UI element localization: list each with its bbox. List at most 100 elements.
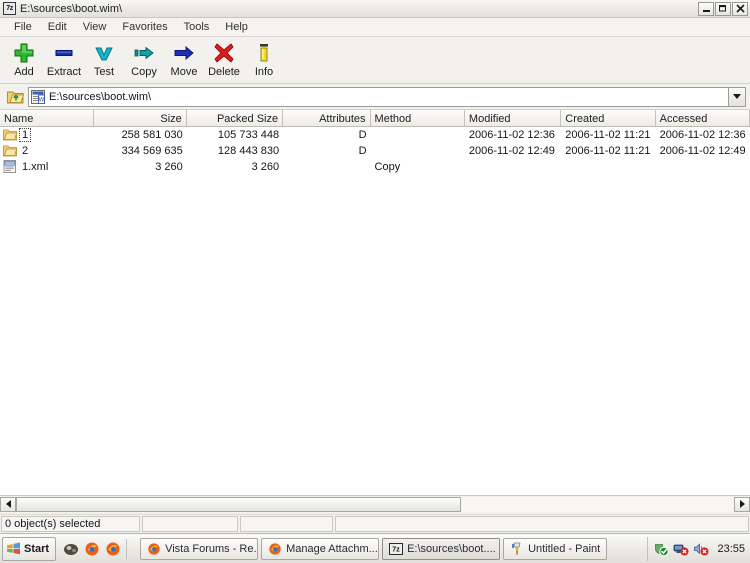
menu-item-view[interactable]: View — [75, 19, 115, 35]
cell-size: 258 581 030 — [94, 127, 186, 143]
task-button-label: Vista Forums - Re... — [165, 543, 258, 555]
restore-icon[interactable] — [715, 2, 731, 16]
task-button-label: E:\sources\boot.... — [407, 543, 496, 555]
cell-attributes: D — [283, 143, 370, 159]
toolbar: Add Extract Test — [0, 37, 750, 84]
paint-icon — [510, 542, 524, 556]
volume-muted-icon[interactable] — [693, 541, 709, 557]
svg-text:7z: 7z — [392, 546, 400, 553]
arrow-left-icon[interactable] — [0, 497, 16, 512]
add-button[interactable]: Add — [4, 39, 44, 78]
info-i-icon — [253, 41, 275, 65]
status-panel-3 — [240, 516, 333, 532]
cell-packed-size: 128 443 830 — [187, 143, 283, 159]
menu-item-favorites[interactable]: Favorites — [114, 19, 175, 35]
firefox-icon[interactable] — [105, 541, 121, 557]
cell-attributes — [283, 159, 370, 175]
close-icon[interactable] — [732, 2, 748, 16]
chevron-down-icon — [93, 41, 115, 65]
system-tray: 23:55 — [647, 537, 747, 561]
taskbar-clock[interactable]: 23:55 — [717, 543, 745, 555]
status-panel-2 — [142, 516, 238, 532]
menu-item-help[interactable]: Help — [217, 19, 256, 35]
up-folder-icon[interactable] — [4, 87, 26, 107]
task-button-vista-forums[interactable]: Vista Forums - Re... — [140, 538, 258, 560]
address-path: E:\sources\boot.wim\ — [49, 91, 151, 103]
start-button[interactable]: Start — [2, 537, 56, 561]
status-panel-4 — [335, 516, 749, 532]
cell-modified — [465, 159, 561, 175]
test-button[interactable]: Test — [84, 39, 124, 78]
cell-name[interactable]: 1 — [0, 127, 94, 143]
minimize-icon[interactable] — [698, 2, 714, 16]
extract-button[interactable]: Extract — [44, 39, 84, 78]
scrollbar-thumb[interactable] — [16, 497, 461, 512]
move-button[interactable]: Move — [164, 39, 204, 78]
folder-icon — [3, 128, 17, 142]
firefox-alt-icon[interactable] — [84, 541, 100, 557]
cell-created: 2006-11-02 11:21 — [561, 127, 655, 143]
address-dropdown-chevron-down-icon[interactable] — [728, 87, 746, 107]
file-name-label: 1.xml — [20, 161, 50, 173]
cell-packed-size: 3 260 — [187, 159, 283, 175]
move-button-label: Move — [171, 66, 198, 78]
column-header-created[interactable]: Created — [561, 110, 655, 127]
column-header-accessed[interactable]: Accessed — [656, 110, 750, 127]
7zip-window: 7z E:\sources\boot.wim\ File Edit View F — [0, 0, 750, 563]
address-bar: W E:\sources\boot.wim\ — [0, 84, 750, 110]
table-row[interactable]: 1.xml 3 260 3 260 Copy — [0, 159, 750, 175]
xml-file-icon — [3, 160, 17, 174]
column-header-modified[interactable]: Modified — [465, 110, 561, 127]
wim-file-icon: W — [31, 90, 45, 104]
column-header-size[interactable]: Size — [94, 110, 186, 127]
extract-button-label: Extract — [47, 66, 81, 78]
horizontal-scrollbar[interactable] — [0, 495, 750, 512]
cell-name[interactable]: 1.xml — [0, 159, 94, 175]
task-button-manage-attachments[interactable]: Manage Attachm... — [261, 538, 379, 560]
column-header-packed-size[interactable]: Packed Size — [187, 110, 283, 127]
info-button[interactable]: Info — [244, 39, 284, 78]
menu-item-tools[interactable]: Tools — [176, 19, 218, 35]
delete-button[interactable]: Delete — [204, 39, 244, 78]
cell-name[interactable]: 2 — [0, 143, 94, 159]
svg-text:W: W — [39, 97, 45, 103]
x-cross-icon — [213, 41, 235, 65]
taskbar: Start — [0, 533, 750, 563]
firefox-icon — [268, 542, 282, 556]
table-row[interactable]: 2 334 569 635 128 443 830 D 2006-11-02 1… — [0, 143, 750, 159]
file-name-label: 2 — [20, 145, 30, 157]
task-buttons: Vista Forums - Re... Manage Attachm... — [140, 538, 647, 560]
copy-button[interactable]: Copy — [124, 39, 164, 78]
menu-item-edit[interactable]: Edit — [40, 19, 75, 35]
security-shield-ok-icon[interactable] — [653, 541, 669, 557]
column-header-name[interactable]: Name — [0, 110, 94, 127]
file-name-label: 1 — [20, 129, 30, 141]
test-button-label: Test — [94, 66, 114, 78]
cell-modified: 2006-11-02 12:49 — [465, 143, 561, 159]
arrow-right-icon[interactable] — [734, 497, 750, 512]
title-bar: 7z E:\sources\boot.wim\ — [0, 0, 750, 18]
cell-attributes: D — [283, 127, 370, 143]
table-row[interactable]: 1 258 581 030 105 733 448 D 2006-11-02 1… — [0, 127, 750, 143]
cell-modified: 2006-11-02 12:36 — [465, 127, 561, 143]
task-button-label: Manage Attachm... — [286, 543, 378, 555]
task-button-7zip[interactable]: 7z E:\sources\boot.... — [382, 538, 500, 560]
scrollbar-track[interactable] — [16, 497, 734, 512]
window-title: E:\sources\boot.wim\ — [20, 3, 698, 15]
media-icon[interactable] — [63, 541, 79, 557]
column-header-attributes[interactable]: Attributes — [283, 110, 370, 127]
move-arrow-icon — [173, 41, 195, 65]
task-button-paint[interactable]: Untitled - Paint — [503, 538, 607, 560]
status-bar: 0 object(s) selected — [0, 514, 750, 533]
info-button-label: Info — [255, 66, 273, 78]
window-controls — [698, 2, 748, 16]
cell-method: Copy — [371, 159, 465, 175]
menu-item-file[interactable]: File — [6, 19, 40, 35]
address-input[interactable]: W E:\sources\boot.wim\ — [28, 87, 728, 107]
7z-icon: 7z — [3, 2, 16, 15]
file-list[interactable]: 1 258 581 030 105 733 448 D 2006-11-02 1… — [0, 127, 750, 495]
cell-accessed — [656, 159, 750, 175]
column-header-method[interactable]: Method — [371, 110, 465, 127]
network-disconnected-icon[interactable] — [673, 541, 689, 557]
copy-arrow-icon — [133, 41, 155, 65]
